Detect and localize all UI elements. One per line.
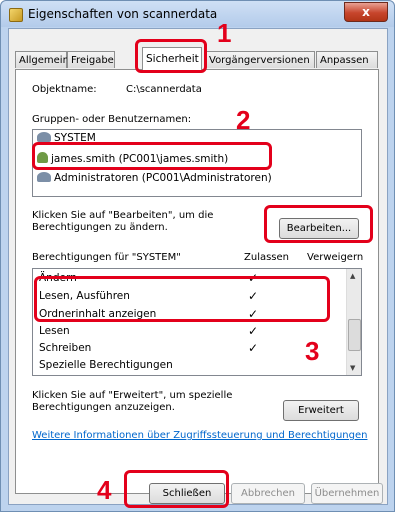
tab-vorgaengerversionen[interactable]: Vorgängerversionen	[205, 51, 315, 68]
callout-number-3: 3	[305, 336, 320, 366]
object-name-value: C:\scannerdata	[126, 84, 202, 95]
allow-column-header: Zulassen	[244, 252, 290, 263]
scroll-down-arrow-icon[interactable]: ▼	[350, 364, 355, 372]
highlight-user-entry	[32, 142, 272, 170]
permissions-scrollbar[interactable]: ▲ ▼	[346, 269, 361, 375]
callout-number-1: 1	[217, 18, 232, 48]
permission-name: Schreiben	[39, 342, 92, 354]
permissions-info-link[interactable]: Weitere Informationen über Zugriffssteue…	[32, 430, 367, 441]
object-name-label: Objektname:	[32, 84, 97, 95]
edit-hint: Klicken Sie auf "Bearbeiten", um die Ber…	[32, 210, 214, 233]
dialog-client: Allgemein Freigabe Sicherheit Vorgängerv…	[8, 28, 388, 505]
close-window-button[interactable]: x	[344, 2, 388, 22]
cancel-button[interactable]: Abbrechen	[231, 483, 305, 504]
allow-check: ✓	[248, 341, 259, 355]
advanced-hint: Klicken Sie auf "Erweitert", um speziell…	[32, 390, 233, 413]
permission-name: Lesen	[39, 325, 70, 337]
advanced-button[interactable]: Erweitert	[283, 400, 359, 421]
folder-icon	[9, 8, 23, 22]
group-icon	[37, 132, 51, 142]
highlight-close-button	[124, 470, 229, 508]
tab-allgemein[interactable]: Allgemein	[15, 51, 69, 68]
permission-name: Spezielle Berechtigungen	[39, 359, 173, 371]
apply-button[interactable]: Übernehmen	[311, 483, 383, 504]
properties-window: Eigenschaften von scannerdata x Allgemei…	[0, 0, 395, 512]
tab-anpassen[interactable]: Anpassen	[316, 51, 378, 68]
tab-sicherheit[interactable]: Sicherheit	[142, 47, 202, 70]
deny-column-header: Verweigern	[307, 252, 364, 263]
scroll-up-arrow-icon[interactable]: ▲	[350, 272, 355, 280]
highlight-permissions	[34, 276, 330, 322]
callout-number-4: 4	[97, 475, 112, 505]
allow-check: ✓	[248, 324, 259, 338]
scroll-thumb[interactable]	[348, 319, 361, 351]
window-title: Eigenschaften von scannerdata	[28, 7, 218, 21]
list-item-administratoren[interactable]: Administratoren (PC001\Administratoren)	[37, 172, 272, 184]
title-bar: Eigenschaften von scannerdata x	[1, 1, 394, 27]
permissions-header: Berechtigungen für "SYSTEM"	[32, 252, 181, 263]
highlight-edit-button	[264, 205, 373, 243]
callout-number-2: 2	[236, 105, 251, 135]
group-icon	[37, 172, 51, 182]
groups-label: Gruppen- oder Benutzernamen:	[32, 114, 192, 125]
tab-freigabe[interactable]: Freigabe	[67, 51, 115, 68]
